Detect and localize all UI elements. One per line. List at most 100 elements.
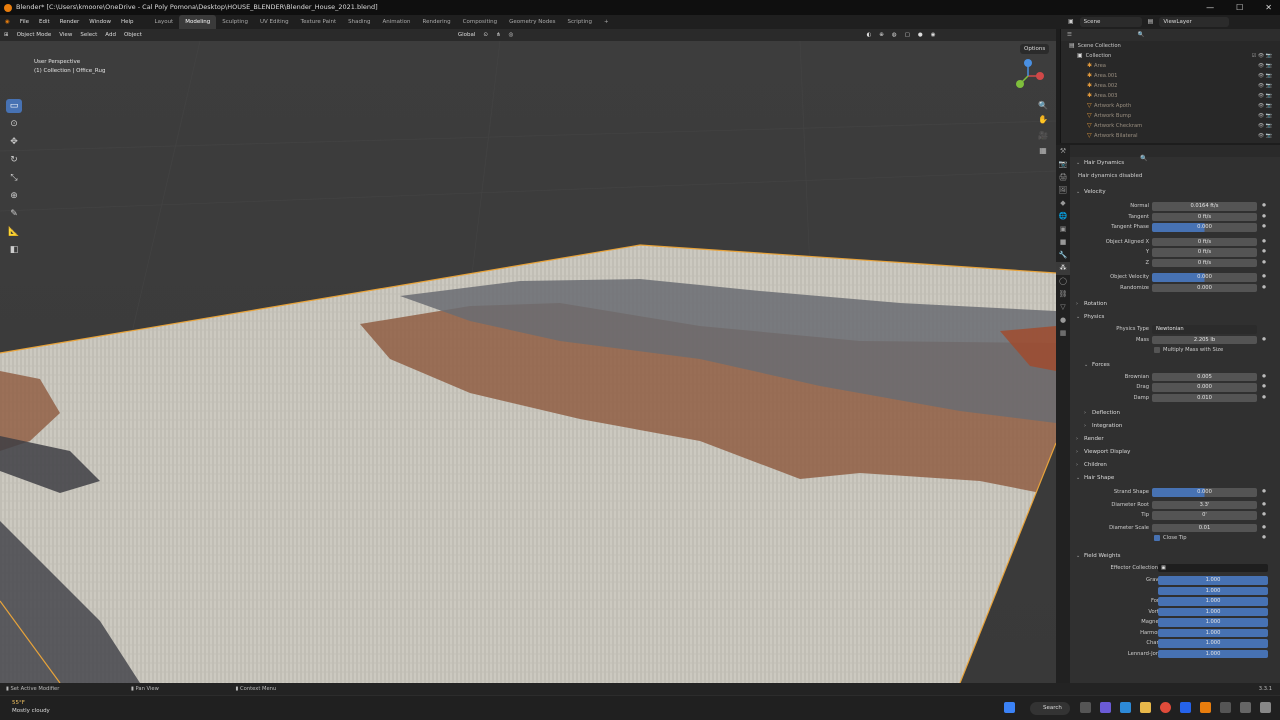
brownian-field[interactable]: 0.005 [1152, 372, 1257, 381]
taskbar-search[interactable]: Search [1030, 702, 1070, 715]
editor-type-icon[interactable]: ⊞ [0, 29, 13, 41]
outliner-item[interactable]: ▽ Artwork Checkram 👁 📷 [1061, 121, 1280, 131]
field-weights-section[interactable]: ⌄ Field Weights [1070, 550, 1280, 563]
tab-layout[interactable]: Layout [149, 15, 180, 29]
app-icon-4[interactable] [1260, 702, 1271, 713]
output-tab-icon[interactable]: 🖨 [1056, 171, 1070, 184]
pan-hand-icon[interactable]: ✋ [1037, 114, 1049, 126]
world-tab-icon[interactable]: 🌐 [1056, 210, 1070, 223]
render-tab-icon[interactable]: 📷 [1056, 158, 1070, 171]
physics-section[interactable]: ⌄ Physics [1070, 311, 1280, 324]
aligned-y-field[interactable]: 0 ft/s [1152, 248, 1257, 257]
close-button[interactable]: ✕ [1265, 0, 1272, 15]
zoom-icon[interactable]: 🔍 [1037, 100, 1049, 112]
outliner-search-icon[interactable]: 🔍 [1138, 32, 1145, 38]
cursor-tool[interactable]: ⊙ [6, 117, 22, 131]
app-icon-3[interactable] [1240, 702, 1251, 713]
ortho-toggle-icon[interactable]: ▦ [1037, 145, 1049, 157]
transform-tool[interactable]: ⊕ [6, 189, 22, 203]
constraints-tab-icon[interactable]: ⛓ [1056, 288, 1070, 301]
tool-tab-icon[interactable]: ⚒ [1056, 145, 1070, 158]
modifier-tab-icon[interactable]: 🔧 [1056, 249, 1070, 262]
visibility-icon[interactable]: 👁 📷 [1258, 71, 1272, 81]
hair-shape-section[interactable]: ⌄ Hair Shape [1070, 472, 1280, 485]
outliner-item[interactable]: ✱ Area.002 👁 📷 [1061, 81, 1280, 91]
tab-geometry-nodes[interactable]: Geometry Nodes [503, 15, 561, 29]
tab-shading[interactable]: Shading [342, 15, 376, 29]
tab-texture-paint[interactable]: Texture Paint [295, 15, 343, 29]
outliner-item[interactable]: ✱ Area.001 👁 📷 [1061, 71, 1280, 81]
menu-window[interactable]: Window [84, 15, 116, 29]
aligned-x-field[interactable]: 0 ft/s [1152, 237, 1257, 246]
visibility-icon[interactable]: ◐ [862, 29, 875, 41]
menu-render[interactable]: Render [55, 15, 85, 29]
tip-field[interactable]: 0' [1152, 511, 1257, 520]
scene-selector[interactable]: Scene [1079, 17, 1142, 27]
effector-collection-field[interactable]: ▣ [1158, 563, 1268, 572]
field-weight-slider[interactable]: 1.000 [1158, 649, 1268, 658]
visibility-icon[interactable]: 👁 📷 [1258, 121, 1272, 131]
tab-compositing[interactable]: Compositing [457, 15, 503, 29]
shading-solid-icon[interactable]: ● [914, 29, 927, 41]
tab-animation[interactable]: Animation [376, 15, 416, 29]
integration-section[interactable]: › Integration [1070, 420, 1280, 433]
deflection-section[interactable]: › Deflection [1070, 407, 1280, 420]
multiply-mass-checkbox[interactable] [1154, 347, 1160, 353]
tangent-phase-slider[interactable]: 0.000 [1152, 223, 1257, 232]
visibility-icon[interactable]: 👁 📷 [1258, 111, 1272, 121]
field-weight-slider[interactable]: 1.000 [1158, 576, 1268, 585]
maximize-button[interactable]: ☐ [1236, 0, 1243, 15]
outliner-item[interactable]: ▽ Artwork Apoth 👁 📷 [1061, 101, 1280, 111]
shading-material-icon[interactable]: ◉ [927, 29, 940, 41]
object-velocity-slider[interactable]: 0.000 [1152, 273, 1257, 282]
mass-field[interactable]: 2.205 lb [1152, 335, 1257, 344]
hair-dynamics-section[interactable]: ⌄ Hair Dynamics [1070, 157, 1280, 170]
overlay-toggle-icon[interactable]: ◍ [888, 29, 901, 41]
tangent-field[interactable]: 0 ft/s [1152, 212, 1257, 221]
navigation-gizmo[interactable] [1010, 58, 1046, 94]
minimize-button[interactable]: — [1206, 0, 1214, 15]
velocity-section[interactable]: ⌄ Velocity [1070, 186, 1280, 199]
damp-field[interactable]: 0.010 [1152, 393, 1257, 402]
object-tab-icon[interactable]: ■ [1056, 236, 1070, 249]
render-section[interactable]: › Render [1070, 433, 1280, 446]
collection-visibility-icon[interactable]: ☑ 👁 📷 [1252, 51, 1272, 61]
visibility-icon[interactable]: 👁 📷 [1258, 81, 1272, 91]
menu-file[interactable]: File [15, 15, 34, 29]
camera-view-icon[interactable]: 🎥 [1037, 130, 1049, 142]
weather-widget[interactable]: 55°F Mostly cloudy [12, 699, 50, 715]
rotate-tool[interactable]: ↻ [6, 153, 22, 167]
strand-shape-slider[interactable]: 0.000 [1152, 488, 1257, 497]
add-workspace-button[interactable]: + [598, 15, 615, 29]
pivot-icon[interactable]: ⊙ [479, 29, 492, 41]
scene-collection-row[interactable]: ▤ Scene Collection [1061, 41, 1280, 51]
field-weight-slider[interactable]: 1.000 [1158, 628, 1268, 637]
outliner-item[interactable]: ▽ Artwork Bump 👁 📷 [1061, 111, 1280, 121]
tab-modeling[interactable]: Modeling [179, 15, 217, 29]
physics-tab-icon[interactable]: ◯ [1056, 275, 1070, 288]
visibility-icon[interactable]: 👁 📷 [1258, 91, 1272, 101]
measure-tool[interactable]: 📐 [6, 225, 22, 239]
scene-tab-icon[interactable]: ◆ [1056, 197, 1070, 210]
view-layer-tab-icon[interactable]: 🖼 [1056, 184, 1070, 197]
gizmo-toggle-icon[interactable]: ⊕ [875, 29, 888, 41]
data-tab-icon[interactable]: ▽ [1056, 301, 1070, 314]
texture-tab-icon[interactable]: ▦ [1056, 327, 1070, 340]
annotate-tool[interactable]: ✎ [6, 207, 22, 221]
physics-type-dropdown[interactable]: Newtonian [1152, 325, 1257, 334]
app-icon-2[interactable] [1220, 702, 1231, 713]
drag-field[interactable]: 0.000 [1152, 383, 1257, 392]
blender-menu-icon[interactable]: ◉ [0, 15, 15, 29]
forces-section[interactable]: ⌄ Forces [1070, 359, 1280, 372]
field-weight-slider[interactable]: 1.000 [1158, 618, 1268, 627]
file-explorer-icon[interactable] [1140, 702, 1151, 713]
menu-edit[interactable]: Edit [34, 15, 55, 29]
tab-sculpting[interactable]: Sculpting [216, 15, 254, 29]
mode-selector[interactable]: Object Mode [13, 29, 56, 41]
tab-uv-editing[interactable]: UV Editing [254, 15, 295, 29]
field-weight-slider[interactable]: 1.000 [1158, 597, 1268, 606]
xray-icon[interactable]: ▢ [901, 29, 914, 41]
outliner-item[interactable]: ✱ Area.003 👁 📷 [1061, 91, 1280, 101]
randomize-field[interactable]: 0.000 [1152, 283, 1257, 292]
rotation-section[interactable]: › Rotation [1070, 298, 1280, 311]
